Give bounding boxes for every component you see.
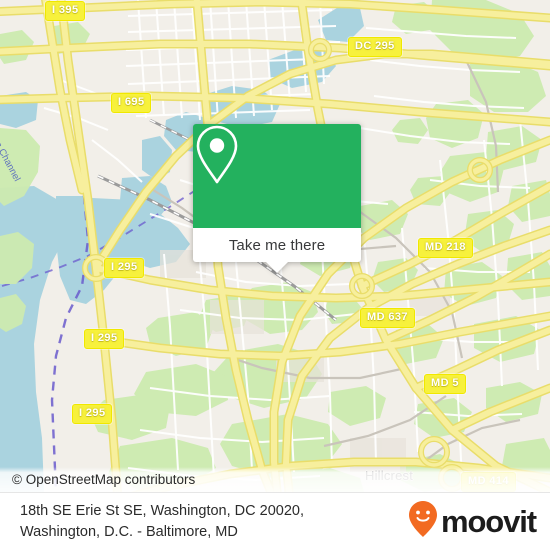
- route-shield-dc-295[interactable]: DC 295: [348, 37, 402, 57]
- popup-tail: [266, 262, 288, 273]
- popup-icon-area: [193, 124, 361, 228]
- address-line-1: 18th SE Erie St SE, Washington, DC 20020…: [20, 502, 304, 519]
- address-line-2: Washington, D.C. - Baltimore, MD: [20, 523, 238, 540]
- route-shield-md-5[interactable]: MD 5: [424, 374, 466, 394]
- moovit-map-screen: n Channel Hillcrest Heights I 395 DC 295…: [0, 0, 550, 550]
- popup-cta-area[interactable]: Take me there: [193, 228, 361, 273]
- footer-bar: 18th SE Erie St SE, Washington, DC 20020…: [0, 492, 550, 550]
- attribution-text[interactable]: © OpenStreetMap contributors: [12, 472, 195, 487]
- route-shield-md-637[interactable]: MD 637: [360, 308, 415, 328]
- address-block: 18th SE Erie St SE, Washington, DC 20020…: [20, 501, 304, 543]
- map-canvas[interactable]: n Channel Hillcrest Heights I 395 DC 295…: [0, 0, 550, 492]
- take-me-there-button[interactable]: Take me there: [229, 237, 325, 254]
- map-attribution[interactable]: © OpenStreetMap contributors: [0, 467, 550, 492]
- route-shield-md-218[interactable]: MD 218: [418, 238, 473, 258]
- route-shield-i-295-b[interactable]: I 295: [84, 329, 125, 349]
- moovit-logo[interactable]: moovit: [408, 500, 537, 543]
- location-popup-card[interactable]: Take me there: [193, 124, 361, 273]
- route-shield-i-295-c[interactable]: I 295: [72, 404, 113, 424]
- moovit-pin-smiley-icon: [408, 500, 438, 543]
- route-shield-i-695[interactable]: I 695: [111, 93, 152, 113]
- route-shield-i-395[interactable]: I 395: [45, 1, 86, 21]
- route-shield-i-295-a[interactable]: I 295: [104, 258, 145, 278]
- moovit-wordmark: moovit: [440, 504, 537, 539]
